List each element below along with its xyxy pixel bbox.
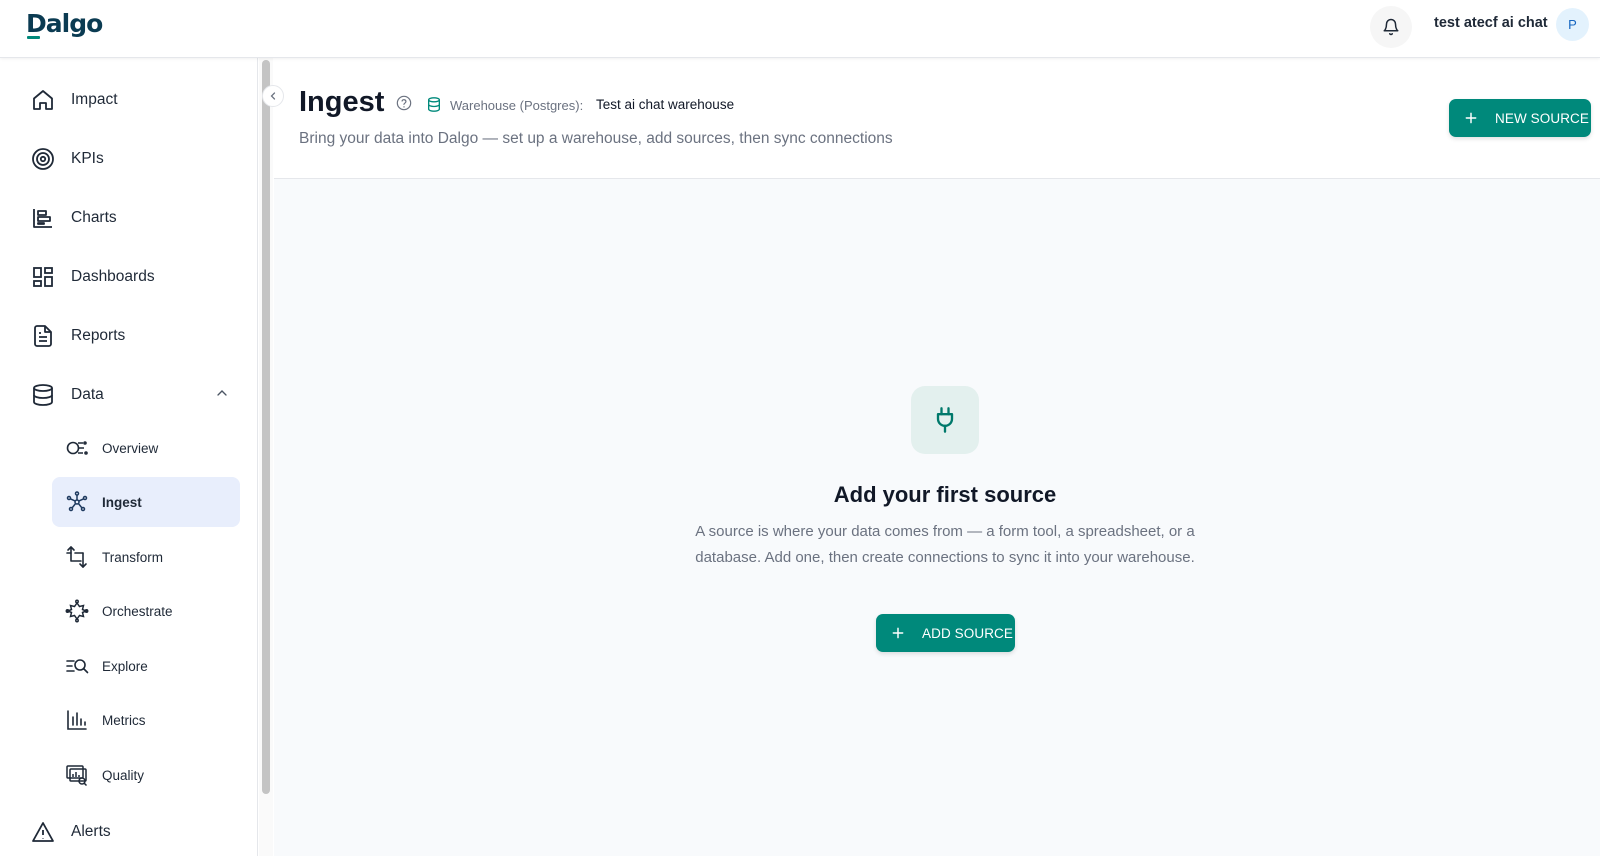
sidebar-item-label: Dashboards xyxy=(71,268,155,285)
dalgo-logo[interactable]: Dalgo xyxy=(26,9,103,38)
sidebar-subitem-label: Quality xyxy=(102,767,145,783)
new-source-button[interactable]: NEW SOURCE xyxy=(1449,99,1591,137)
sidebar-subitem-explore[interactable]: Explore xyxy=(52,641,240,691)
logo-accent xyxy=(27,36,40,39)
database-icon xyxy=(30,382,56,408)
dashboard-icon xyxy=(30,264,56,290)
sidebar-item-label: Reports xyxy=(71,327,126,344)
sidebar-item-label: Data xyxy=(71,386,104,403)
empty-state-icon-box xyxy=(911,386,979,454)
sidebar-subitem-overview[interactable]: Overview xyxy=(52,423,240,473)
empty-state-title: Add your first source xyxy=(833,482,1057,507)
sidebar-item-kpis[interactable]: KPIs xyxy=(30,143,104,175)
top-bar: Dalgo test atecf ai chat P xyxy=(0,0,1600,58)
sidebar-subitem-label: Overview xyxy=(102,440,159,456)
page-header: Ingest Warehouse (Postgres): Test ai cha… xyxy=(274,58,1600,179)
new-source-label: NEW SOURCE xyxy=(1495,110,1590,126)
overview-icon xyxy=(64,435,90,461)
plus-icon xyxy=(890,625,906,641)
warning-icon xyxy=(30,819,56,845)
page-title: Ingest xyxy=(299,86,385,118)
plug-icon xyxy=(936,407,954,433)
sidebar-item-label: Impact xyxy=(71,91,118,108)
sidebar-subitem-label: Orchestrate xyxy=(102,603,173,619)
add-source-button[interactable]: ADD SOURCE xyxy=(876,614,1015,652)
sidebar-item-reports[interactable]: Reports xyxy=(30,320,125,352)
chevron-up-icon[interactable] xyxy=(214,385,230,401)
sidebar-item-alerts[interactable]: Alerts xyxy=(30,816,111,848)
add-source-label: ADD SOURCE xyxy=(922,625,1014,641)
chevron-left-icon xyxy=(270,92,276,100)
sidebar-item-label: KPIs xyxy=(71,150,104,167)
sidebar-item-charts[interactable]: Charts xyxy=(30,202,117,234)
report-icon xyxy=(30,323,56,349)
sidebar-subitem-quality[interactable]: Quality xyxy=(52,750,240,800)
warehouse-label: Warehouse (Postgres): xyxy=(450,98,584,113)
sidebar-subitem-label: Ingest xyxy=(102,494,142,510)
explore-icon xyxy=(64,653,90,679)
home-icon xyxy=(30,87,56,113)
orchestrate-icon xyxy=(64,598,90,624)
collapse-sidebar-button[interactable] xyxy=(262,85,284,107)
database-icon xyxy=(428,97,440,112)
sidebar-subitem-metrics[interactable]: Metrics xyxy=(52,695,240,745)
sidebar-subitem-label: Explore xyxy=(102,658,148,674)
target-icon xyxy=(30,146,56,172)
bell-icon xyxy=(1383,18,1399,36)
empty-state-description: A source is where your data comes from —… xyxy=(695,523,1195,566)
notifications-button[interactable] xyxy=(1370,6,1412,48)
sidebar-subitem-label: Metrics xyxy=(102,712,146,728)
sidebar-subitem-orchestrate[interactable]: Orchestrate xyxy=(52,586,240,636)
metrics-icon xyxy=(64,707,90,733)
sidebar-item-dashboards[interactable]: Dashboards xyxy=(30,261,155,293)
help-icon[interactable] xyxy=(396,95,412,111)
sidebar-item-data[interactable]: Data xyxy=(30,379,104,411)
plus-icon xyxy=(1463,110,1479,126)
main-content: Ingest Warehouse (Postgres): Test ai cha… xyxy=(274,58,1600,856)
sidebar-item-label: Charts xyxy=(71,209,117,226)
sidebar-item-label: Alerts xyxy=(71,823,111,840)
sidebar-subitem-label: Transform xyxy=(102,549,164,565)
bar-chart-icon xyxy=(30,205,56,231)
page-subtitle: Bring your data into Dalgo — set up a wa… xyxy=(299,130,893,147)
avatar[interactable]: P xyxy=(1556,8,1589,41)
sidebar-scrollbar-thumb[interactable] xyxy=(262,60,270,794)
warehouse-name: Test ai chat warehouse xyxy=(596,97,735,112)
quality-icon xyxy=(64,762,90,788)
sidebar-subitem-transform[interactable]: Transform xyxy=(52,532,240,582)
sidebar: Impact KPIs Charts Dashboards Reports Da… xyxy=(0,58,258,856)
sidebar-item-impact[interactable]: Impact xyxy=(30,84,118,116)
transform-icon xyxy=(64,544,90,570)
user-name[interactable]: test atecf ai chat xyxy=(1434,15,1548,35)
ingest-icon xyxy=(64,489,90,515)
sidebar-subitem-ingest[interactable]: Ingest xyxy=(52,477,240,527)
